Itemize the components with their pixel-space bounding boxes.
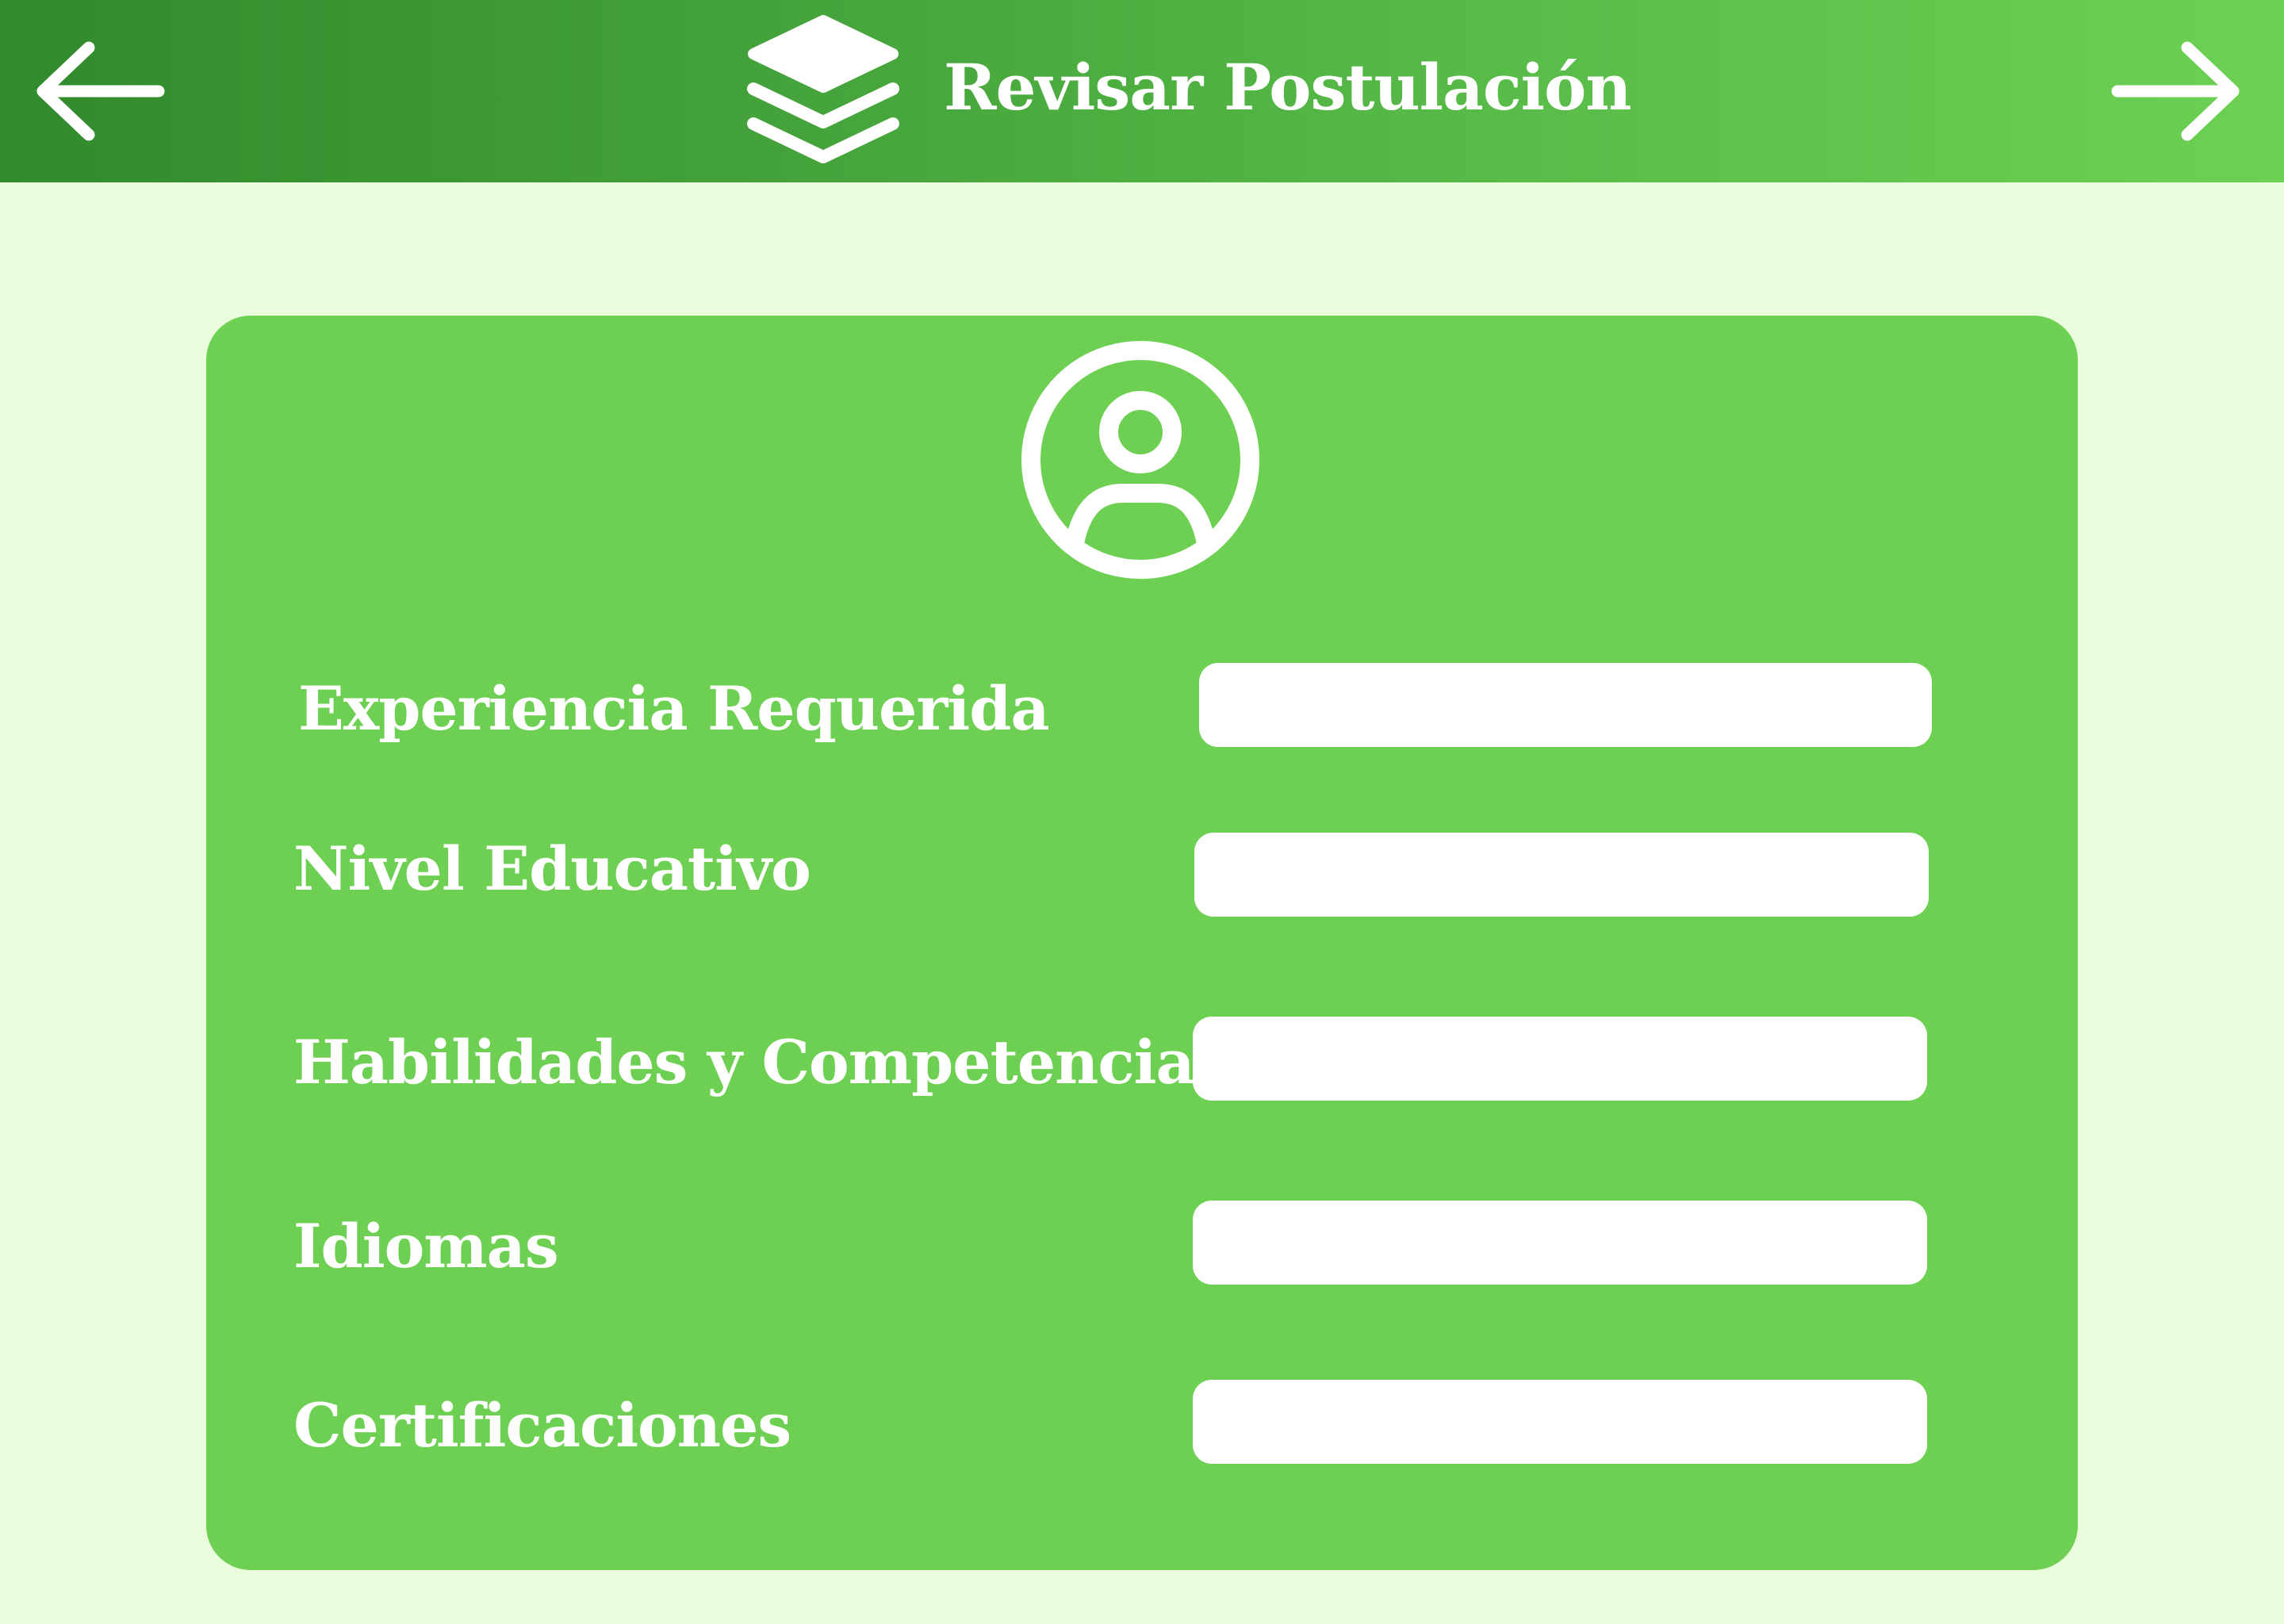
arrow-right-icon <box>2111 41 2240 141</box>
field-label-certificaciones: Certificaciones <box>293 1390 791 1461</box>
back-button[interactable] <box>24 32 174 151</box>
idiomas-field[interactable] <box>1193 1201 1927 1285</box>
field-label-idiomas: Idiomas <box>293 1211 559 1281</box>
user-circle-icon <box>1021 341 1259 579</box>
page-title: Revisar Postulación <box>944 50 1632 124</box>
header-bar: Revisar Postulación <box>0 0 2284 182</box>
field-label-habilidades: Habilidades y Competencias <box>293 1027 1228 1097</box>
nivel-educativo-field[interactable] <box>1194 833 1929 917</box>
application-review-card: Experiencia Requerida Nivel Educativo Ha… <box>206 316 2078 1570</box>
field-label-nivel-educativo: Nivel Educativo <box>293 833 811 904</box>
layers-icon <box>747 15 899 163</box>
certificaciones-field[interactable] <box>1193 1380 1927 1464</box>
field-label-experiencia: Experiencia Requerida <box>298 673 1050 744</box>
habilidades-field[interactable] <box>1193 1017 1927 1101</box>
forward-button[interactable] <box>2102 32 2252 151</box>
arrow-left-icon <box>36 41 165 141</box>
experiencia-field[interactable] <box>1199 663 1932 747</box>
